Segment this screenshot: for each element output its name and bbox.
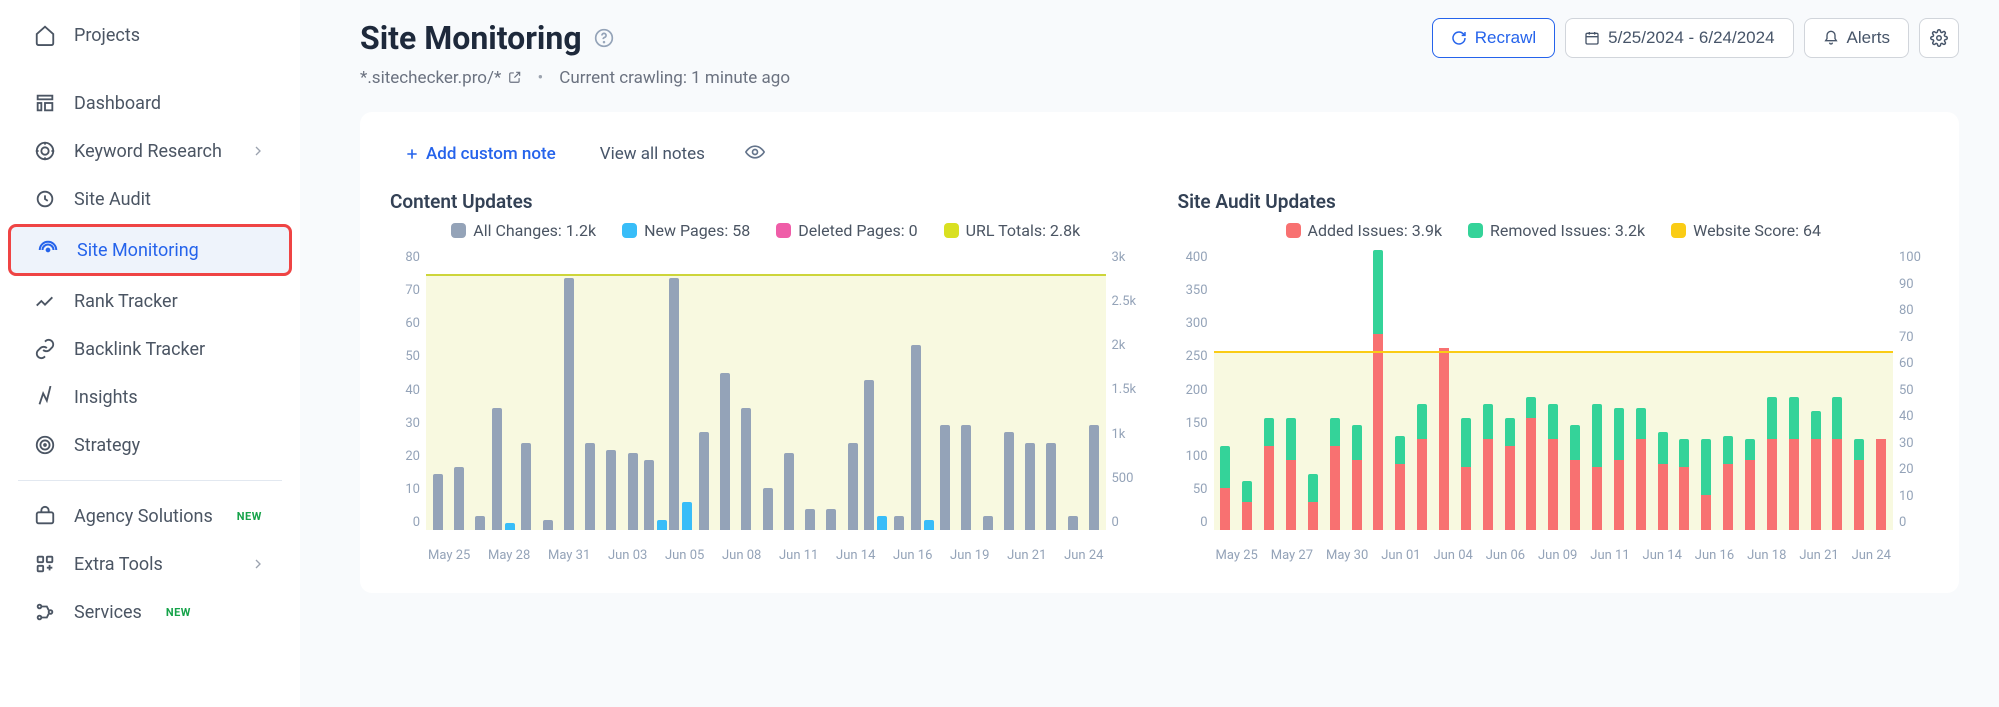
legend-swatch [1468,223,1483,238]
legend-swatch [622,223,637,238]
sidebar-item-label: Strategy [74,435,140,456]
legend-label: Deleted Pages: 0 [798,221,917,240]
legend-swatch [776,223,791,238]
legend-label: New Pages: 58 [644,221,750,240]
legend-item[interactable]: Added Issues: 3.9k [1286,221,1443,240]
x-axis: May 25May 27May 30Jun 01Jun 04Jun 06Jun … [1178,540,1930,563]
refresh-icon [1451,30,1467,46]
legend-label: All Changes: 1.2k [473,221,596,240]
legend-item[interactable]: Deleted Pages: 0 [776,221,917,240]
date-range-picker[interactable]: 5/25/2024 - 6/24/2024 [1565,18,1793,58]
sidebar-item-label: Dashboard [74,93,161,114]
view-all-notes-button[interactable]: View all notes [586,136,719,172]
legend-swatch [1671,223,1686,238]
chart-plot-area[interactable] [1214,250,1894,530]
legend-item[interactable]: Removed Issues: 3.2k [1468,221,1645,240]
sidebar-item-label: Backlink Tracker [74,339,205,360]
sidebar-item-label: Agency Solutions [74,506,213,527]
legend-swatch [944,223,959,238]
y-axis-left: 80706050403020100 [390,250,426,530]
rank-icon [34,290,56,312]
bell-icon [1823,30,1839,46]
services-icon [34,601,56,623]
legend-item[interactable]: URL Totals: 2.8k [944,221,1081,240]
add-custom-note-button[interactable]: Add custom note [390,136,570,172]
sidebar-item-services[interactable]: Services NEW [8,589,292,635]
page-title: Site Monitoring [360,19,582,57]
backlink-icon [34,338,56,360]
eye-icon [745,142,765,162]
legend-label: Added Issues: 3.9k [1308,221,1443,240]
sidebar-item-label: Site Audit [74,189,151,210]
strategy-icon [34,434,56,456]
site-audit-updates-chart: Site Audit Updates Added Issues: 3.9kRem… [1178,190,1930,563]
visibility-toggle[interactable] [735,138,775,170]
sidebar-item-backlink-tracker[interactable]: Backlink Tracker [8,326,292,372]
sidebar-item-label: Insights [74,387,138,408]
crawl-status: Current crawling: 1 minute ago [559,68,790,88]
new-badge: NEW [166,606,191,619]
legend-item[interactable]: New Pages: 58 [622,221,750,240]
insights-icon [34,386,56,408]
external-link-icon [508,70,522,84]
legend-item[interactable]: Website Score: 64 [1671,221,1821,240]
chart-plot-area[interactable] [426,250,1106,530]
sidebar-item-agency-solutions[interactable]: Agency Solutions NEW [8,493,292,539]
alerts-button[interactable]: Alerts [1804,18,1909,58]
calendar-icon [1584,30,1600,46]
content-updates-chart: Content Updates All Changes: 1.2kNew Pag… [390,190,1142,563]
domain-pattern[interactable]: *.sitechecker.pro/* [360,68,522,88]
gear-icon [1930,29,1948,47]
sidebar-item-rank-tracker[interactable]: Rank Tracker [8,278,292,324]
x-axis: May 25May 28May 31Jun 03Jun 05Jun 08Jun … [390,540,1142,563]
sidebar: Projects Dashboard Keyword Research Site A… [0,0,300,707]
sidebar-item-label: Extra Tools [74,554,163,575]
y-axis-left: 400350300250200150100500 [1178,250,1214,530]
settings-button[interactable] [1919,18,1959,58]
legend-label: Removed Issues: 3.2k [1490,221,1645,240]
home-icon [34,24,56,46]
sidebar-item-keyword-research[interactable]: Keyword Research [8,128,292,174]
audit-icon [34,188,56,210]
charts-card: Add custom note View all notes Content U… [360,112,1959,593]
y-axis-right: 1009080706050403020100 [1893,250,1929,530]
legend-item[interactable]: All Changes: 1.2k [451,221,596,240]
sidebar-item-label: Projects [74,25,140,46]
sidebar-item-site-audit[interactable]: Site Audit [8,176,292,222]
y-axis-right: 3k2.5k2k1.5k1k5000 [1106,250,1142,530]
sidebar-item-label: Site Monitoring [77,240,199,261]
legend-label: URL Totals: 2.8k [966,221,1081,240]
sidebar-item-insights[interactable]: Insights [8,374,292,420]
sidebar-item-dashboard[interactable]: Dashboard [8,80,292,126]
new-badge: NEW [237,510,262,523]
sidebar-item-label: Rank Tracker [74,291,178,312]
monitoring-icon [37,239,59,261]
legend-label: Website Score: 64 [1693,221,1821,240]
tools-icon [34,553,56,575]
sidebar-item-label: Services [74,602,142,623]
sidebar-item-site-monitoring[interactable]: Site Monitoring [8,224,292,276]
sidebar-item-projects[interactable]: Projects [8,12,292,58]
agency-icon [34,505,56,527]
dashboard-icon [34,92,56,114]
help-icon[interactable] [594,28,614,48]
plus-icon [404,146,420,162]
sidebar-item-extra-tools[interactable]: Extra Tools [8,541,292,587]
sidebar-item-label: Keyword Research [74,141,222,162]
legend-swatch [1286,223,1301,238]
sidebar-item-strategy[interactable]: Strategy [8,422,292,468]
legend-swatch [451,223,466,238]
keyword-icon [34,140,56,162]
recrawl-button[interactable]: Recrawl [1432,18,1555,58]
main-content: Site Monitoring Recrawl 5/25/2024 - 6/24… [300,0,1999,707]
